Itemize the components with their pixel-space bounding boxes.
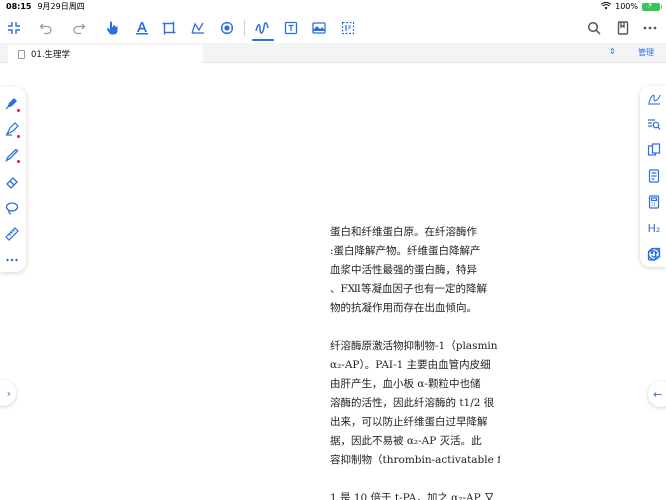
handwriting-icon[interactable] [646, 90, 662, 106]
stickers-icon[interactable] [218, 19, 236, 37]
document-icon [18, 49, 25, 59]
pen-toolbar [0, 87, 26, 272]
status-bar: 08:15 9月29日周四 100% ⚡ [0, 0, 666, 13]
doc-line: α₂-AP）。PAI-1 主要由血管内皮细 [330, 359, 491, 371]
shape-draw-icon[interactable] [189, 19, 207, 37]
status-time: 08:15 [6, 2, 32, 11]
copy-pages-icon[interactable] [646, 142, 662, 158]
hand-pointer-icon[interactable] [103, 19, 121, 37]
doc-line: 溶酶的活性，因此纤溶酶的 t1/2 很 [330, 397, 495, 409]
text-style-icon[interactable] [133, 19, 151, 37]
search-icon[interactable] [585, 19, 603, 37]
previous-page-button[interactable]: › [0, 380, 16, 406]
more-icon[interactable] [641, 19, 659, 37]
image-icon[interactable] [310, 19, 328, 37]
status-right: 100% ⚡ [601, 1, 662, 12]
redo-icon[interactable] [70, 19, 88, 37]
undo-icon[interactable] [37, 19, 55, 37]
doc-line: :蛋白降解产物。纤维蛋白降解产 [330, 245, 481, 257]
ruler-icon[interactable] [5, 226, 21, 242]
doc-line: 血浆中活性最强的蛋白酶，特异 [330, 264, 477, 276]
doc-line: 纤溶酶原激活物抑制物-1（plasmin [330, 340, 498, 352]
wifi-icon [601, 1, 612, 12]
text-box-icon[interactable] [282, 19, 300, 37]
toolbar [0, 13, 666, 43]
crop-icon[interactable] [160, 19, 178, 37]
doc-line: 物的抗凝作用而存在出血倾向。 [330, 302, 477, 314]
sort-arrows-icon[interactable]: ⇕ [609, 47, 616, 56]
document-page: 蛋白和纤维蛋白原。在纤溶酶作 :蛋白降解产物。纤维蛋白降解产 血浆中活性最强的蛋… [330, 224, 500, 500]
more-dots-icon[interactable] [5, 252, 21, 268]
doc-list-icon[interactable] [646, 168, 662, 184]
doc-line: 出来，可以防止纤维蛋白过早降解 [330, 416, 488, 428]
active-tool-indicator [252, 39, 274, 41]
arrow-left-icon: ← [653, 387, 663, 401]
right-toolbar: H₂ [640, 86, 666, 267]
lasso-select-icon[interactable] [339, 19, 357, 37]
tab-document[interactable]: 01.生理学 [8, 45, 203, 63]
doc-line: 1 是 10 倍于 t-PA，加之 α₂-AP 又 [330, 492, 495, 500]
collapse-icon[interactable] [5, 19, 23, 37]
pen-color-dot [17, 109, 20, 112]
doc-line: 据，因此不易被 α₂-AP 灭活。此 [330, 435, 482, 447]
bookmark-icon[interactable] [614, 19, 632, 37]
calculator-icon[interactable] [646, 194, 662, 210]
status-date: 9月29日周四 [37, 2, 85, 11]
toolbar-divider [244, 20, 245, 36]
search-text-icon[interactable] [646, 116, 662, 132]
eraser-icon[interactable] [5, 174, 21, 190]
doc-line: 、FⅫ等凝血因子也有一定的降解 [330, 283, 487, 295]
lasso-icon[interactable] [5, 200, 21, 216]
tab-title: 01.生理学 [31, 50, 71, 60]
highlighter-color-dot [17, 135, 20, 138]
battery-icon: ⚡ [642, 1, 662, 11]
manage-button[interactable]: 管理 [638, 47, 654, 58]
pencil-color-dot [17, 160, 20, 163]
doc-line: 蛋白和纤维蛋白原。在纤溶酶作 [330, 226, 477, 238]
emoji-icon[interactable] [646, 246, 662, 262]
doc-line: 由肝产生，血小板 α-颗粒中也储 [330, 378, 481, 390]
battery-percent: 100% [615, 2, 638, 11]
tab-bar: 01.生理学 ⇕ 管理 [0, 43, 666, 63]
pen-scribble-icon[interactable] [253, 19, 271, 37]
next-page-button[interactable]: ← [648, 381, 666, 407]
doc-line: 容抑制物（thrombin-activatable fibri [330, 454, 500, 466]
chevron-right-icon: › [6, 386, 11, 400]
